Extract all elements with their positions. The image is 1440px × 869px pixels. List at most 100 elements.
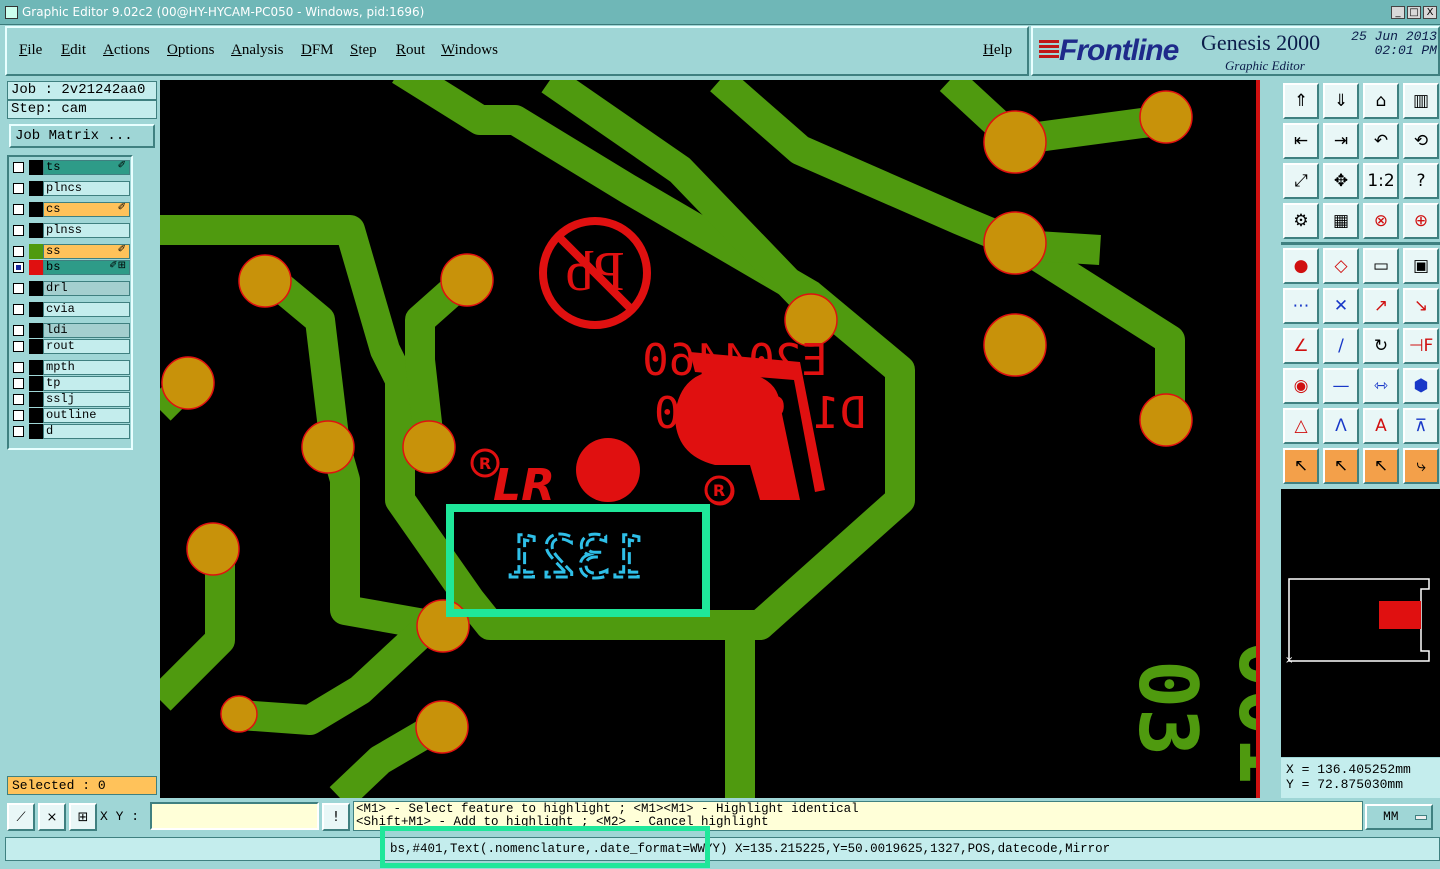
layer-checkbox[interactable]	[13, 204, 24, 215]
angle-flat-button[interactable]: ⊼	[1403, 408, 1439, 444]
menu-step[interactable]: Step	[350, 42, 377, 59]
layer-checkbox[interactable]	[13, 246, 24, 257]
snap-off-icon[interactable]: ⨯	[38, 803, 66, 831]
layer-color-swatch[interactable]	[29, 260, 43, 275]
datecode-text[interactable]: 1321	[505, 522, 648, 593]
layer-name[interactable]: cvia	[43, 302, 130, 317]
add-node-button[interactable]: ↗	[1363, 288, 1399, 324]
connect-button[interactable]: ⋯	[1283, 288, 1319, 324]
xy-input[interactable]	[150, 802, 319, 830]
undo-view-button[interactable]: ↶	[1363, 123, 1399, 159]
pointer-button[interactable]: ↖	[1283, 448, 1319, 484]
redraw-button[interactable]: ⟲	[1403, 123, 1439, 159]
graphic-canvas[interactable]: Pb E204460 D1 94V-0 R LR R 1321 03 001	[160, 80, 1258, 798]
layer-name[interactable]: outline	[43, 408, 130, 423]
layer-row-drl[interactable]: drl	[11, 281, 130, 296]
layer-checkbox[interactable]	[13, 304, 24, 315]
close-button[interactable]: X	[1423, 6, 1437, 19]
job-matrix-button[interactable]: Job Matrix ...	[9, 124, 155, 148]
zoom-center-button[interactable]: ✥	[1323, 163, 1359, 199]
layer-name[interactable]: rout	[43, 339, 130, 354]
layer-checkbox[interactable]	[13, 283, 24, 294]
layer-color-swatch[interactable]	[29, 323, 43, 338]
surface-button[interactable]: ▣	[1403, 248, 1439, 284]
layer-up-button[interactable]: ⇑	[1283, 83, 1319, 119]
layer-checkbox[interactable]	[13, 426, 24, 437]
measure-button[interactable]: ▭	[1363, 248, 1399, 284]
layer-row-plncs[interactable]: plncs	[11, 181, 130, 196]
grid-snap-icon[interactable]: ⊞	[69, 803, 97, 831]
layer-color-swatch[interactable]	[29, 339, 43, 354]
zoom-forward-button[interactable]: ⇥	[1323, 123, 1359, 159]
layer-name[interactable]: plnss	[43, 223, 130, 238]
layer-checkbox[interactable]	[13, 325, 24, 336]
help-query-button[interactable]: ?	[1403, 163, 1439, 199]
move-node-button[interactable]: ↘	[1403, 288, 1439, 324]
layer-name[interactable]: tp	[43, 376, 130, 391]
zoom-back-button[interactable]: ⇤	[1283, 123, 1319, 159]
maximize-button[interactable]: □	[1407, 6, 1421, 19]
home-button[interactable]: ⌂	[1363, 83, 1399, 119]
layer-name[interactable]: mpth	[43, 360, 130, 375]
snap-icon[interactable]: ⟋	[7, 803, 35, 831]
layer-row-bs[interactable]: bs ✐⊞	[11, 260, 130, 275]
menu-analysis[interactable]: Analysis	[231, 42, 284, 59]
line-select-button[interactable]: —	[1323, 368, 1359, 404]
arc-button[interactable]: ↻	[1363, 328, 1399, 364]
layer-row-d[interactable]: d	[11, 424, 130, 439]
angle-red-button[interactable]: △	[1283, 408, 1319, 444]
layer-row-plnss[interactable]: plnss	[11, 223, 130, 238]
layer-checkbox[interactable]	[13, 162, 24, 173]
layer-row-ss[interactable]: ss ✐	[11, 244, 130, 259]
layer-name[interactable]: sslj	[43, 392, 130, 407]
layer-color-swatch[interactable]	[29, 202, 43, 217]
layer-row-tp[interactable]: tp	[11, 376, 130, 391]
pointer-select-button[interactable]: ↖	[1323, 448, 1359, 484]
layer-color-swatch[interactable]	[29, 281, 43, 296]
layer-color-swatch[interactable]	[29, 302, 43, 317]
layer-name[interactable]: drl	[43, 281, 130, 296]
pointer-pick-button[interactable]: ↖	[1363, 448, 1399, 484]
feature-button[interactable]: ⬢	[1403, 368, 1439, 404]
menu-windows[interactable]: Windows	[441, 42, 498, 59]
layer-down-button[interactable]: ⇓	[1323, 83, 1359, 119]
add-pad-button[interactable]: ●	[1283, 248, 1319, 284]
layer-checkbox[interactable]	[13, 378, 24, 389]
layer-row-outline[interactable]: outline	[11, 408, 130, 423]
layer-checkbox[interactable]	[13, 410, 24, 421]
layer-row-rout[interactable]: rout	[11, 339, 130, 354]
fit-screen-button[interactable]: ⤢	[1283, 163, 1319, 199]
layer-checkbox[interactable]	[13, 362, 24, 373]
angle-tri-button[interactable]: A	[1363, 408, 1399, 444]
layer-checkbox[interactable]	[13, 394, 24, 405]
tools-button[interactable]: ⚙	[1283, 203, 1319, 239]
layer-color-swatch[interactable]	[29, 160, 43, 175]
layer-row-sslj[interactable]: sslj	[11, 392, 130, 407]
draw-segment-button[interactable]: /	[1323, 328, 1359, 364]
minimize-button[interactable]: _	[1391, 6, 1405, 19]
grid-button[interactable]: ▦	[1323, 203, 1359, 239]
layer-color-swatch[interactable]	[29, 376, 43, 391]
menu-options[interactable]: Options	[167, 42, 215, 59]
snap-on-button[interactable]: ⊕	[1403, 203, 1439, 239]
layer-name[interactable]: d	[43, 424, 130, 439]
dimension-button[interactable]: ⇿	[1363, 368, 1399, 404]
scale-1to2-button[interactable]: 1:2	[1363, 163, 1399, 199]
layer-color-swatch[interactable]	[29, 181, 43, 196]
exclaim-button[interactable]: !	[322, 803, 350, 831]
pad-select-button[interactable]: ◉	[1283, 368, 1319, 404]
layer-color-swatch[interactable]	[29, 360, 43, 375]
layer-color-swatch[interactable]	[29, 424, 43, 439]
layer-name[interactable]: plncs	[43, 181, 130, 196]
mini-map[interactable]: ×	[1281, 489, 1440, 757]
menu-help[interactable]: Help	[983, 42, 1012, 59]
layer-checkbox[interactable]	[13, 183, 24, 194]
route-edit-button[interactable]: ⤷	[1403, 448, 1439, 484]
menu-file[interactable]: File	[19, 42, 42, 59]
layer-checkbox[interactable]	[13, 225, 24, 236]
layer-row-ldi[interactable]: ldi	[11, 323, 130, 338]
mini-view-rect[interactable]	[1379, 601, 1421, 629]
layer-name[interactable]: ldi	[43, 323, 130, 338]
layer-row-ts[interactable]: ts ✐	[11, 160, 130, 175]
draw-line-button[interactable]: ∠	[1283, 328, 1319, 364]
